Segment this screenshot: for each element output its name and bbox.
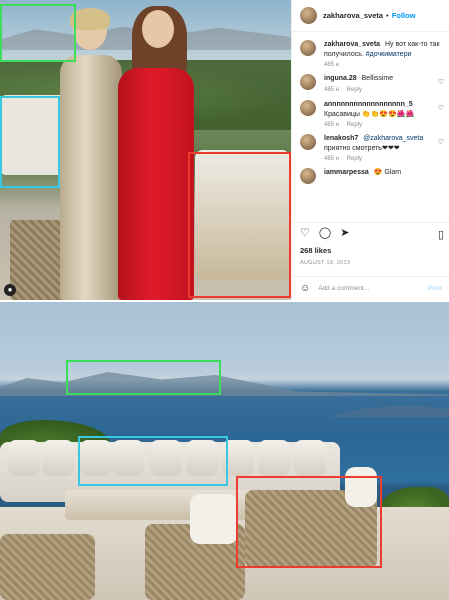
bookmark-icon[interactable]: ▯ — [438, 228, 444, 241]
post-date: AUGUST 19, 2013 — [300, 260, 351, 266]
comment-like-icon[interactable]: ♡ — [438, 138, 444, 146]
caption: zakharova_sveta Ну вот как-то так получи… — [292, 34, 449, 68]
share-icon[interactable]: ➤ — [340, 228, 349, 239]
comment-username[interactable]: lenakosh7 — [324, 135, 358, 142]
comment-input[interactable]: Add a comment... — [318, 285, 428, 292]
comment-mention[interactable]: @zakharova_sveta — [363, 135, 423, 142]
highlight-box-green-bottom — [66, 360, 221, 395]
comment-text: Красавицы 👏👏😍😍🌺🌺 — [324, 110, 415, 118]
add-comment-bar: ☺ Add a comment... Post — [292, 276, 449, 300]
comment-avatar[interactable] — [300, 134, 316, 150]
comment-avatar[interactable] — [300, 74, 316, 90]
highlight-box-cyan-top — [0, 96, 60, 188]
post-header: zakharova_sveta • Follow — [292, 0, 449, 32]
highlight-box-cyan-bottom — [78, 436, 228, 486]
sofa-cushion — [8, 440, 40, 476]
chair-cushion — [190, 494, 238, 544]
wicker-chair-left — [0, 534, 95, 600]
list-item: lenakosh7 @zakharova_sveta приятно смотр… — [292, 128, 449, 162]
likes-count[interactable]: 268 likes — [300, 246, 331, 255]
highlight-box-red-bottom — [236, 476, 382, 568]
reply-button[interactable]: Reply — [347, 87, 362, 93]
sofa-cushion — [294, 440, 326, 476]
post-photo: ● — [0, 0, 291, 300]
sofa-cushion — [42, 440, 74, 476]
post-button[interactable]: Post — [428, 285, 442, 292]
follow-button[interactable]: Follow — [392, 11, 416, 20]
comment-like-icon[interactable]: ♡ — [438, 78, 444, 86]
comment-like-icon[interactable]: ♡ — [438, 104, 444, 112]
heart-icon[interactable]: ♡ — [300, 228, 310, 239]
instagram-post: ● zakharova_sveta • Follow zakharova_sve… — [0, 0, 449, 300]
emoji-icon[interactable]: ☺ — [300, 283, 310, 294]
highlight-box-green-top — [0, 4, 76, 62]
list-item: iammarpessa 😍 Glam — [292, 162, 449, 188]
comment-username[interactable]: annnnnnnnnnnnnnnnnn_5 — [324, 101, 413, 108]
comment-text: приятно смотреть❤❤❤ — [324, 144, 400, 152]
caption-avatar[interactable] — [300, 40, 316, 56]
post-sidebar: zakharova_sveta • Follow zakharova_sveta… — [291, 0, 449, 300]
comment-icon[interactable]: ◯ — [319, 228, 331, 239]
highlight-box-red-top — [188, 152, 291, 298]
comment-text: Bellissime — [361, 75, 394, 82]
separator-dot: • — [386, 11, 389, 20]
comment-avatar[interactable] — [300, 168, 316, 184]
avatar[interactable] — [300, 7, 317, 24]
location-photo — [0, 302, 449, 600]
caption-username[interactable]: zakharova_sveta — [324, 41, 380, 48]
user-tag-icon[interactable]: ● — [4, 284, 16, 296]
sofa-cushion — [258, 440, 290, 476]
comment-text: 😍 Glam — [373, 169, 402, 176]
comment-username[interactable]: iammarpessa — [324, 169, 369, 176]
woman-red-dress — [112, 6, 197, 300]
comment-avatar[interactable] — [300, 100, 316, 116]
caption-hashtag[interactable]: #дочкиматери — [366, 51, 412, 58]
post-username[interactable]: zakharova_sveta — [323, 11, 383, 20]
list-item: annnnnnnnnnnnnnnnnn_5 Красавицы 👏👏😍😍🌺🌺 4… — [292, 94, 449, 128]
comment-list: zakharova_sveta Ну вот как-то так получи… — [292, 34, 449, 218]
comment-time: 485 н — [324, 86, 339, 93]
comment-username[interactable]: inguna.28 — [324, 75, 357, 82]
list-item: inguna.28 Bellissime 485 н Reply ♡ — [292, 68, 449, 94]
action-bar: ♡ ◯ ➤ ▯ — [292, 222, 449, 244]
distant-island — [330, 405, 449, 417]
